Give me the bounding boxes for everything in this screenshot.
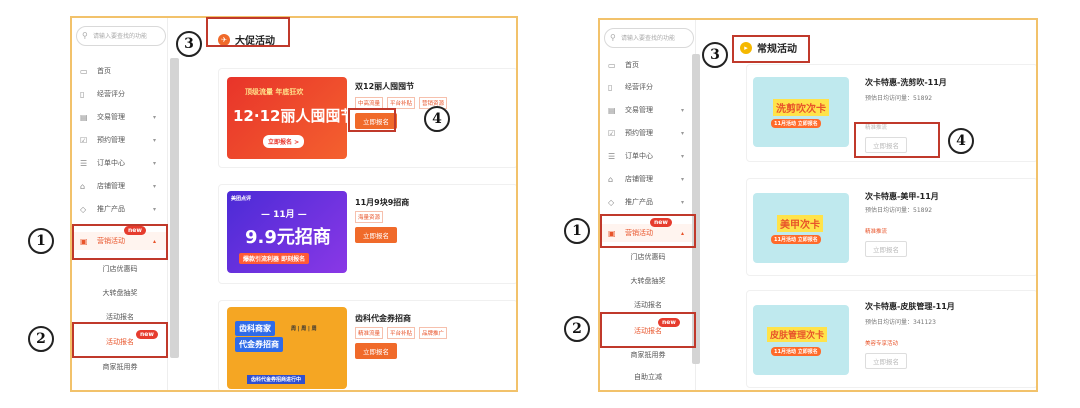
tag-icon: ◇	[608, 197, 615, 207]
sidebar-item-booking[interactable]: ☑ 预约管理 ▾	[72, 131, 168, 149]
sidebar-item-trade[interactable]: ▤ 交易管理 ▾	[600, 101, 696, 119]
clipboard-icon: ▯	[80, 89, 85, 99]
submenu-merchant-voucher[interactable]: 商家抵用券	[72, 362, 168, 372]
chevron-down-icon: ▾	[152, 136, 156, 144]
sidebar-item-orders[interactable]: ☰ 订单中心 ▾	[600, 147, 696, 165]
activity-title: 次卡特惠-皮肤管理-11月	[865, 302, 955, 311]
submenu-event-signup[interactable]: 活动报名	[72, 312, 168, 322]
chevron-down-icon: ▾	[152, 182, 156, 190]
submenu-lucky-wheel[interactable]: 大转盘抽奖	[72, 288, 168, 298]
activity-banner: 皮肤管理次卡 11月活动 立即报名	[753, 305, 849, 375]
chart-icon: ▤	[608, 105, 616, 115]
step-marker-1: 1	[564, 218, 590, 244]
clipboard-icon: ▯	[608, 82, 613, 92]
submenu-merchant-voucher[interactable]: 商家抵用券	[600, 350, 696, 360]
step-marker-4: 4	[948, 128, 974, 154]
step-marker-3: 3	[176, 31, 202, 57]
chart-icon: ▤	[80, 112, 88, 122]
highlight-box-signup	[72, 322, 168, 358]
list-icon: ☰	[608, 151, 616, 161]
store-icon: ⌂	[80, 181, 86, 191]
search-icon: ⚲	[610, 33, 616, 42]
highlight-box-marketing	[72, 224, 168, 260]
sidebar-item-store[interactable]: ⌂ 店铺管理 ▾	[72, 177, 168, 195]
activity-title: 齿科代金券招商	[355, 314, 411, 323]
activity-title: 次卡特惠-美甲-11月	[865, 192, 939, 201]
signup-button[interactable]: 立即报名	[355, 343, 397, 359]
activity-banner: 齿科商家 代金券招商 周 | 周 | 周 齿科代金券招商进行中	[227, 307, 347, 389]
sidebar-item-home[interactable]: ▭ 首页	[600, 56, 696, 74]
search-placeholder: 请输入要查找的功能	[93, 33, 148, 40]
sidebar-item-home[interactable]: ▭ 首页	[72, 62, 168, 80]
daily-visits: 预估日均访问量：341123	[865, 319, 936, 326]
sidebar-item-rating[interactable]: ▯ 经营评分	[600, 78, 696, 96]
activity-title: 11月9块9招商	[355, 198, 410, 207]
highlight-box-button	[854, 122, 940, 158]
activity-title: 次卡特惠-洗剪吹-11月	[865, 78, 947, 87]
step-marker-2: 2	[564, 316, 590, 342]
chevron-down-icon: ▾	[152, 159, 156, 167]
highlight-box-button	[348, 108, 396, 132]
activity-banner: 美团点评 — 11月 — 9.9元招商 爆款引流利器 即刻报名	[227, 191, 347, 273]
activity-banner: 美甲次卡 11月活动 立即报名	[753, 193, 849, 263]
step-marker-4: 4	[424, 106, 450, 132]
highlight-box-marketing	[600, 214, 696, 248]
signup-button[interactable]: 立即报名	[865, 353, 907, 369]
sidebar-item-store[interactable]: ⌂ 店铺管理 ▾	[600, 170, 696, 188]
list-icon: ☰	[80, 158, 88, 168]
search-placeholder: 请输入要查找的功能	[621, 35, 676, 42]
activity-banner: 洗剪吹次卡 11月活动 立即报名	[753, 77, 849, 147]
chevron-down-icon: ▾	[680, 106, 684, 114]
chevron-down-icon: ▾	[680, 152, 684, 160]
store-icon: ⌂	[608, 174, 614, 184]
tag-row: 海量资源	[355, 211, 384, 223]
sidebar-item-promo[interactable]: ◇ 推广产品 ▾	[72, 200, 168, 218]
submenu-lucky-wheel[interactable]: 大转盘抽奖	[600, 276, 696, 286]
activity-card: 齿科商家 代金券招商 周 | 周 | 周 齿科代金券招商进行中 齿科代金券招商 …	[218, 300, 516, 390]
highlight-box-signup	[600, 312, 696, 348]
chevron-down-icon: ▾	[680, 175, 684, 183]
sidebar-scrollbar[interactable]	[170, 58, 179, 358]
activity-tag: 精准推流	[865, 229, 888, 235]
chevron-down-icon: ▾	[152, 205, 156, 213]
tag-row: 精准流量 平台补贴 品牌推广	[355, 327, 448, 339]
daily-visits: 预估日均访问量：51892	[865, 95, 933, 102]
sidebar-item-rating[interactable]: ▯ 经营评分	[72, 85, 168, 103]
monitor-icon: ▭	[80, 66, 88, 76]
search-input[interactable]: ⚲ 请输入要查找的功能	[76, 26, 166, 46]
activity-banner: 顶级流量 年底狂欢 12·12丽人囤囤节 立即报名 >	[227, 77, 347, 159]
activity-card: 皮肤管理次卡 11月活动 立即报名 次卡特惠-皮肤管理-11月 预估日均访问量：…	[746, 290, 1036, 388]
highlight-box-header	[732, 35, 810, 63]
search-icon: ⚲	[82, 31, 88, 40]
chevron-down-icon: ▾	[680, 198, 684, 206]
activity-title: 双12丽人囤囤节	[355, 82, 415, 91]
submenu-self-discount[interactable]: 自助立减	[600, 372, 696, 382]
submenu-store-coupon[interactable]: 门店优惠码	[72, 264, 168, 274]
sidebar-item-trade[interactable]: ▤ 交易管理 ▾	[72, 108, 168, 126]
signup-button[interactable]: 立即报名	[355, 227, 397, 243]
check-icon: ☑	[608, 128, 616, 138]
activity-card: 美甲次卡 11月活动 立即报名 次卡特惠-美甲-11月 预估日均访问量：5189…	[746, 178, 1036, 276]
tag-icon: ◇	[80, 204, 87, 214]
activity-tag: 美容专享活动	[865, 341, 899, 347]
chevron-down-icon: ▾	[680, 129, 684, 137]
daily-visits: 预估日均访问量：51892	[865, 207, 933, 214]
check-icon: ☑	[80, 135, 88, 145]
sidebar-item-booking[interactable]: ☑ 预约管理 ▾	[600, 124, 696, 142]
activity-card: 美团点评 — 11月 — 9.9元招商 爆款引流利器 即刻报名 11月9块9招商…	[218, 184, 516, 284]
submenu-store-coupon[interactable]: 门店优惠码	[600, 252, 696, 262]
step-marker-3: 3	[702, 42, 728, 68]
monitor-icon: ▭	[608, 60, 616, 70]
search-input[interactable]: ⚲ 请输入要查找的功能	[604, 28, 694, 48]
sidebar-item-orders[interactable]: ☰ 订单中心 ▾	[72, 154, 168, 172]
step-marker-2: 2	[28, 326, 54, 352]
signup-button[interactable]: 立即报名	[865, 241, 907, 257]
highlight-box-header	[206, 17, 290, 47]
sidebar-item-promo[interactable]: ◇ 推广产品 ▾	[600, 193, 696, 211]
chevron-down-icon: ▾	[152, 113, 156, 121]
submenu-event-signup[interactable]: 活动报名	[600, 300, 696, 310]
step-marker-1: 1	[28, 228, 54, 254]
